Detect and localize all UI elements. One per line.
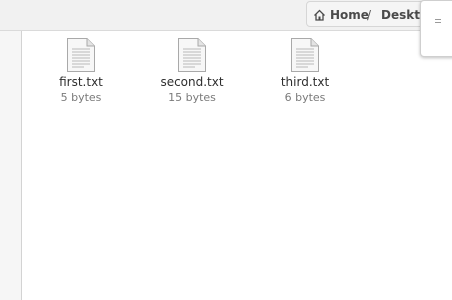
text-file-icon	[178, 38, 206, 72]
file-size: 6 bytes	[284, 91, 326, 104]
sidebar[interactable]	[0, 31, 22, 300]
file-size: 5 bytes	[60, 91, 102, 104]
breadcrumb-home[interactable]: Home	[313, 6, 369, 24]
home-icon	[314, 9, 325, 21]
text-file-icon	[67, 38, 95, 72]
file-size: 15 bytes	[168, 91, 216, 104]
file-item-second[interactable]: second.txt 15 bytes	[147, 37, 237, 105]
popover-menu[interactable]	[420, 0, 452, 57]
file-name: first.txt	[59, 75, 103, 89]
file-name: second.txt	[160, 75, 224, 89]
file-item-third[interactable]: third.txt 6 bytes	[260, 37, 350, 105]
file-item-first[interactable]: first.txt 5 bytes	[36, 37, 126, 105]
header-bar: Home / Deskto	[0, 0, 452, 57]
breadcrumb-separator: /	[367, 8, 372, 22]
text-file-icon	[291, 38, 319, 72]
menu-handle-icon	[435, 19, 441, 23]
file-name: third.txt	[280, 75, 330, 89]
breadcrumb-home-label: Home	[330, 8, 369, 22]
